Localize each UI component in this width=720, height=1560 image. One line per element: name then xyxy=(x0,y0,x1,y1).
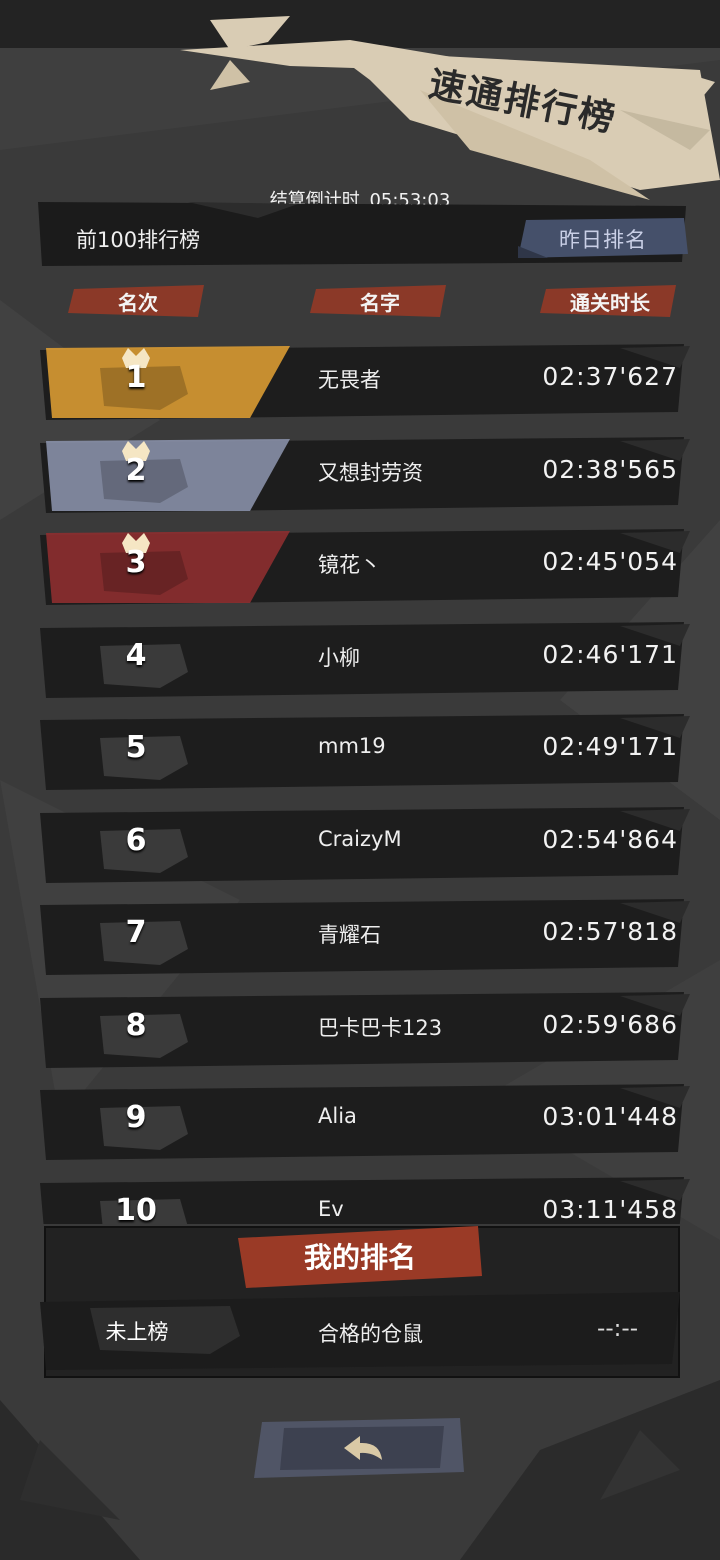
player-name: 青耀石 xyxy=(318,923,381,947)
player-name: 巴卡巴卡123 xyxy=(318,1015,443,1040)
rank-number: 9 xyxy=(125,1100,147,1135)
title-banner: 速通排行榜 xyxy=(170,10,720,200)
my-ranking-title-badge: 我的排名 xyxy=(238,1226,482,1288)
player-name: CraizyM xyxy=(318,826,402,851)
clear-time: 03:11'458 xyxy=(542,1194,678,1224)
column-header-name: 名字 xyxy=(310,283,450,319)
clear-time: 02:59'686 xyxy=(542,1009,678,1039)
ranking-list[interactable]: 1 无畏者 02:37'627 2 又想封劳资 02:38'565 3 镜花丶 02:45'05… xyxy=(0,338,720,1224)
player-name: 小柳 xyxy=(318,645,360,670)
ranking-row[interactable]: 7 青耀石 02:57'818 xyxy=(0,893,720,979)
clear-time: 02:49'171 xyxy=(542,732,678,761)
my-player-name: 合格的仓鼠 xyxy=(318,1322,423,1346)
rank-number: 6 xyxy=(125,822,147,858)
ranking-row[interactable]: 2 又想封劳资 02:38'565 xyxy=(0,431,720,517)
ranking-row[interactable]: 8 巴卡巴卡123 02:59'686 xyxy=(0,986,720,1072)
my-ranking-title: 我的排名 xyxy=(303,1241,416,1274)
rank-number: 2 xyxy=(125,452,147,488)
ranking-row[interactable]: 3 镜花丶 02:45'054 xyxy=(0,523,720,609)
ranking-row[interactable]: 1 无畏者 02:37'627 xyxy=(0,338,720,424)
clear-time: 02:46'171 xyxy=(542,639,678,669)
clear-time: 02:45'054 xyxy=(542,547,678,576)
ranking-row[interactable]: 4 小柳 02:46'171 xyxy=(0,616,720,702)
player-name: 无畏者 xyxy=(318,368,381,392)
yesterday-ranking-label: 昨日排名 xyxy=(559,228,647,252)
clear-time: 02:38'565 xyxy=(542,454,678,484)
clear-time: 02:54'864 xyxy=(542,824,678,854)
rank-number: 8 xyxy=(125,1007,147,1043)
yesterday-ranking-button[interactable]: 昨日排名 xyxy=(518,218,688,258)
clear-time: 02:57'818 xyxy=(542,917,678,946)
my-clear-time: --:-- xyxy=(597,1316,638,1342)
player-name: Ev xyxy=(318,1196,344,1221)
column-header-time: 通关时长 xyxy=(540,283,680,319)
ranking-row[interactable]: 10 Ev 03:11'458 xyxy=(0,1171,720,1225)
column-header-rank: 名次 xyxy=(68,283,208,319)
back-button[interactable] xyxy=(254,1418,464,1478)
player-name: 又想封劳资 xyxy=(318,460,423,485)
ranking-row[interactable]: 9 Alia 03:01'448 xyxy=(0,1078,720,1164)
ranking-row[interactable]: 6 CraizyM 02:54'864 xyxy=(0,801,720,887)
rank-number: 10 xyxy=(115,1192,157,1225)
my-rank-value: 未上榜 xyxy=(105,1320,169,1344)
player-name: mm19 xyxy=(318,734,386,758)
player-name: Alia xyxy=(318,1104,357,1128)
rank-number: 5 xyxy=(125,730,147,765)
clear-time: 02:37'627 xyxy=(542,362,678,391)
player-name: 镜花丶 xyxy=(318,553,381,577)
rank-number: 1 xyxy=(125,360,147,395)
board-title: 前100排行榜 xyxy=(76,228,201,252)
clear-time: 03:01'448 xyxy=(542,1102,678,1131)
rank-number: 7 xyxy=(125,915,147,950)
rank-number: 4 xyxy=(125,637,147,673)
rank-number: 3 xyxy=(125,545,147,580)
ranking-row[interactable]: 5 mm19 02:49'171 xyxy=(0,708,720,794)
